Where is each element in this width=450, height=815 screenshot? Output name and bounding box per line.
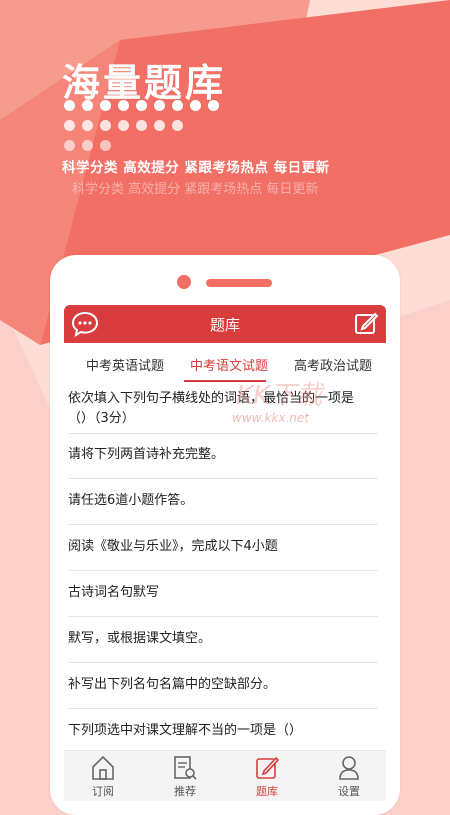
promo-tagline: 科学分类 高效提分 紧跟考场热点 每日更新 xyxy=(62,160,330,176)
list-item[interactable]: 补写出下列名句名篇中的空缺部分。 xyxy=(68,663,378,709)
list-item[interactable]: 古诗词名句默写 xyxy=(68,571,378,617)
list-item[interactable]: 阅读《敬业与乐业》，完成以下4小题 xyxy=(68,525,378,571)
tab-chinese[interactable]: 中考语文试题 xyxy=(190,355,268,374)
tab-bar: 中考英语试题 中考语文试题 高考政治试题 xyxy=(64,343,386,383)
promo-headline: 海量题库 xyxy=(62,61,227,105)
home-icon xyxy=(92,755,114,780)
tab-politics[interactable]: 高考政治试题 xyxy=(294,355,372,374)
phone-speaker xyxy=(206,279,272,287)
document-search-icon xyxy=(174,756,197,780)
nav-subscribe[interactable]: 订阅 xyxy=(68,751,138,801)
list-item[interactable]: 请任选6道小题作答。 xyxy=(68,479,378,525)
title-bar: 题库 xyxy=(64,305,386,343)
promo-tagline-echo: 科学分类 高效提分 紧跟考场热点 每日更新 xyxy=(72,182,319,197)
page-title: 题库 xyxy=(209,316,240,334)
list-item[interactable]: 请将下列两首诗补充完整。 xyxy=(68,433,378,479)
nav-question-bank[interactable]: 题库 xyxy=(232,751,302,801)
tab-english[interactable]: 中考英语试题 xyxy=(86,355,164,374)
bottom-nav: 订阅 推荐 题库 设置 xyxy=(64,750,386,801)
app-screen: 题库 中考英语试题 中考语文试题 高考政治试题 依次填入下列句子横线处的词语，最… xyxy=(64,305,386,800)
phone-camera xyxy=(177,275,191,289)
edit-note-icon[interactable] xyxy=(352,309,380,341)
nav-recommend[interactable]: 推荐 xyxy=(150,751,220,801)
list-item[interactable]: 下列项选中对课文理解不当的一项是（） xyxy=(68,709,378,749)
watermark: KK下载 www.kkx.net xyxy=(232,381,323,425)
user-icon xyxy=(339,756,359,780)
edit-icon xyxy=(256,756,280,779)
list-item[interactable]: 默写，或根据课文填空。 xyxy=(68,617,378,663)
nav-settings[interactable]: 设置 xyxy=(314,751,384,801)
list-item[interactable]: 依次填入下列句子横线处的词语，最恰当的一项是 （）（3分） xyxy=(68,383,378,434)
